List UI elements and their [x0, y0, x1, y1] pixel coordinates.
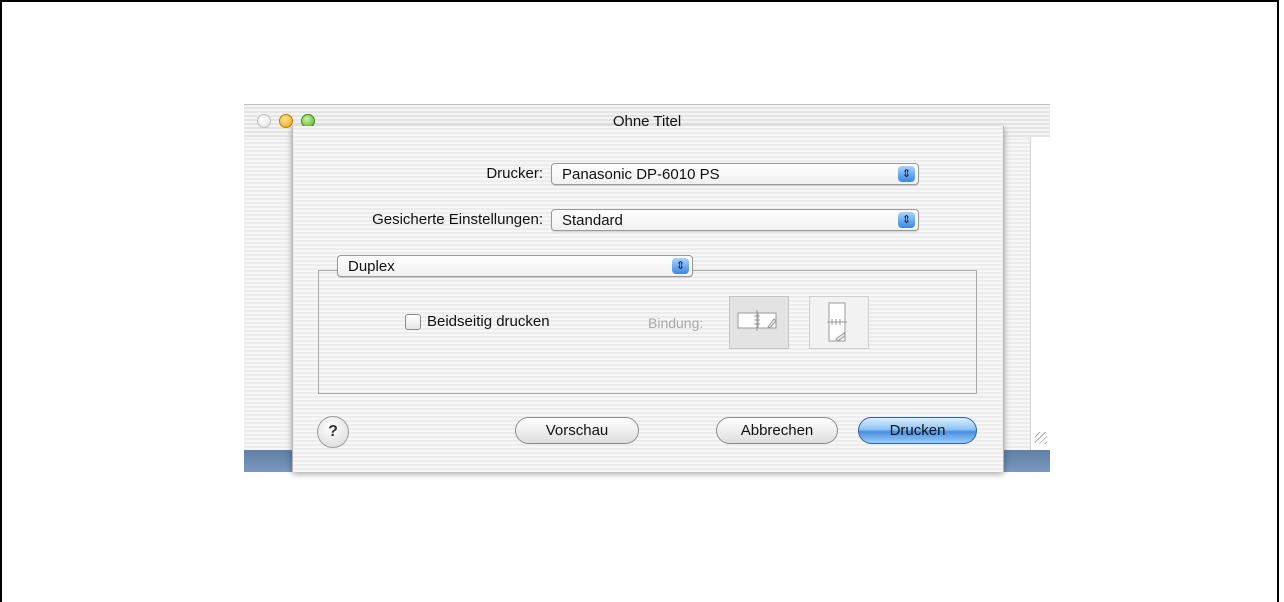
short-edge-binding-button[interactable] — [809, 296, 869, 349]
duplex-checkbox[interactable] — [405, 314, 421, 330]
window-scroll-area — [1030, 137, 1051, 462]
cancel-button[interactable]: Abbrechen — [716, 417, 838, 444]
duplex-group-box — [318, 270, 977, 394]
panel-value: Duplex — [348, 258, 395, 275]
popup-arrows-icon: ⇕ — [898, 212, 915, 228]
short-edge-binding-icon — [827, 302, 847, 342]
resize-grip-icon[interactable] — [1035, 432, 1047, 444]
presets-label: Gesicherte Einstellungen: — [372, 211, 543, 228]
printer-label: Drucker: — [486, 165, 543, 182]
printer-value: Panasonic DP-6010 PS — [562, 166, 720, 183]
presets-popup[interactable]: Standard ⇕ — [551, 209, 919, 231]
presets-value: Standard — [562, 212, 623, 229]
panel-popup[interactable]: Duplex ⇕ — [337, 255, 693, 277]
popup-arrows-icon: ⇕ — [898, 166, 915, 182]
print-sheet: Drucker: Panasonic DP-6010 PS ⇕ Gesicher… — [292, 126, 1004, 472]
print-button[interactable]: Drucken — [858, 417, 977, 444]
preview-button[interactable]: Vorschau — [515, 417, 639, 444]
duplex-checkbox-label[interactable]: Beidseitig drucken — [427, 313, 550, 330]
printer-popup[interactable]: Panasonic DP-6010 PS ⇕ — [551, 163, 919, 185]
help-button[interactable]: ? — [317, 416, 349, 448]
binding-label: Bindung: — [648, 315, 704, 331]
long-edge-binding-button[interactable] — [729, 296, 789, 349]
long-edge-binding-icon — [737, 310, 777, 331]
popup-arrows-icon: ⇕ — [672, 258, 689, 274]
